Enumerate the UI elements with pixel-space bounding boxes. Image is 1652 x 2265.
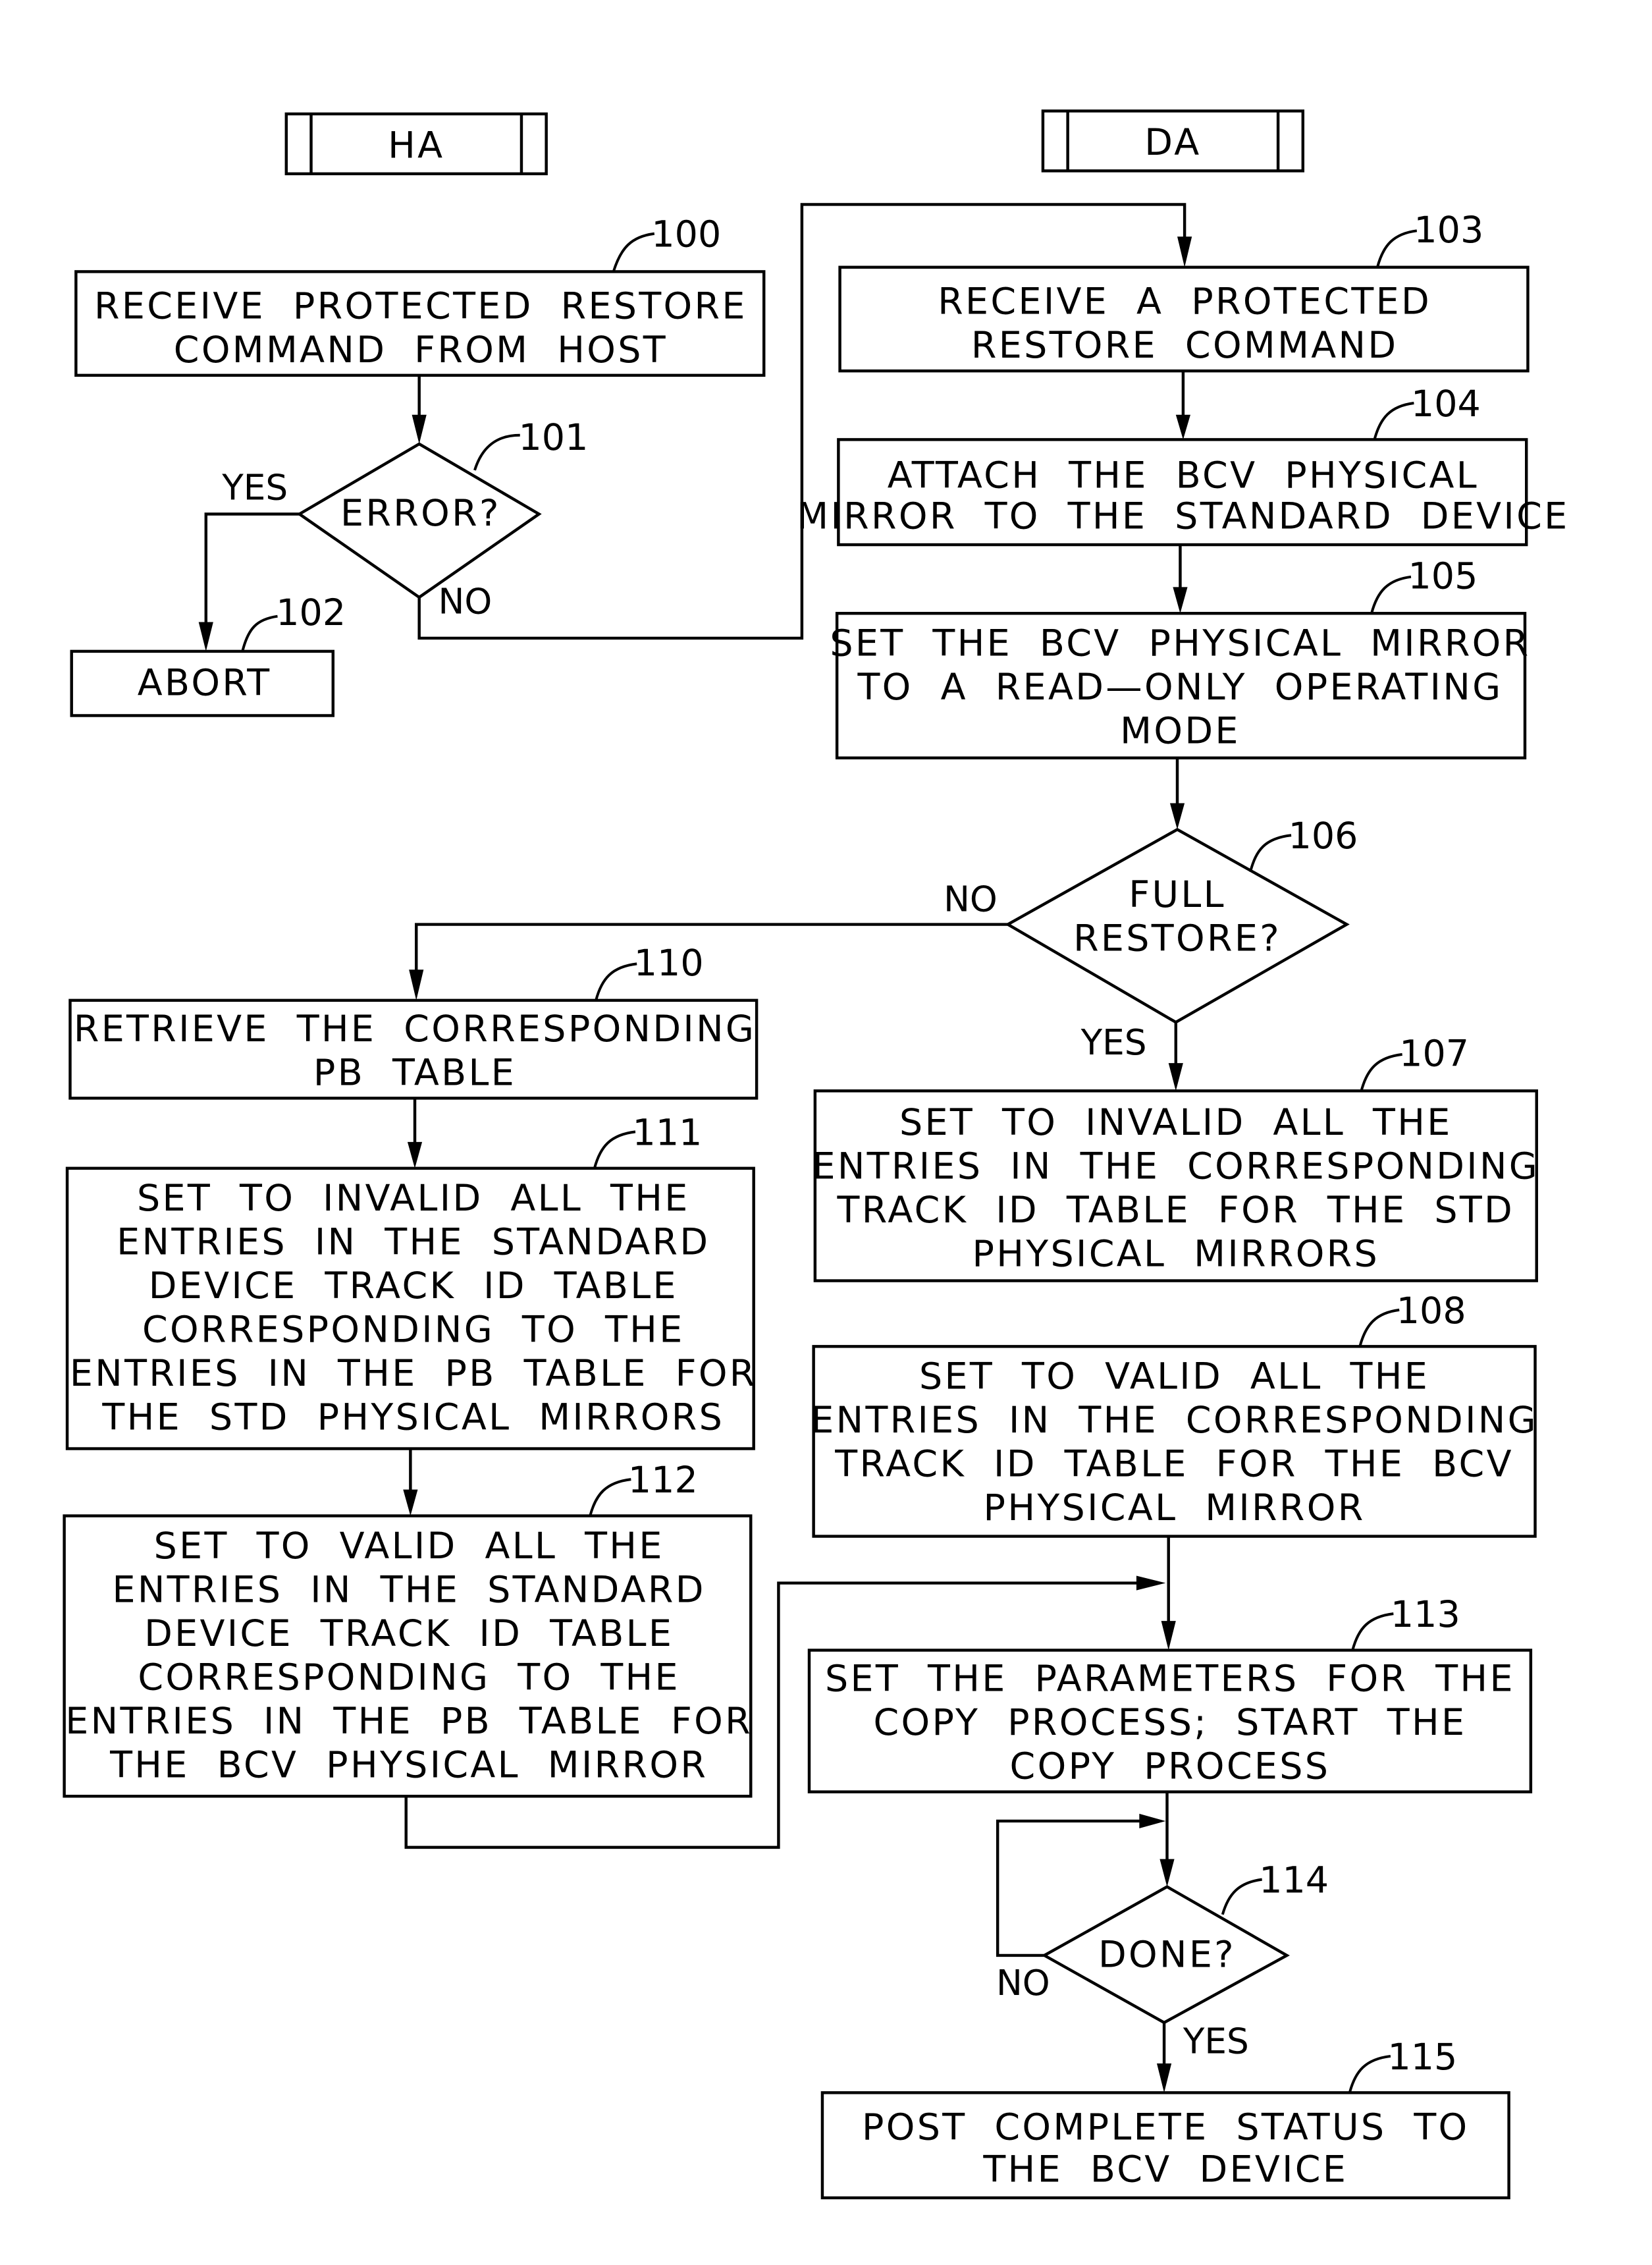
decision-101-error: ERROR? 101 YES NO [221, 417, 588, 622]
svg-text:COMMAND FROM HOST: COMMAND FROM HOST [174, 329, 668, 371]
svg-text:COPY PROCESS: COPY PROCESS [1010, 1746, 1331, 1788]
ref-104: 104 [1411, 383, 1481, 425]
svg-text:THE STD PHYSICAL MIRRORS: THE STD PHYSICAL MIRRORS [101, 1397, 724, 1439]
svg-text:MIRROR TO THE STANDARD DEV: MIRROR TO THE STANDARD DEVICE [797, 496, 1569, 538]
svg-text:MODE: MODE [1120, 711, 1240, 753]
connector-108-113 [1161, 1536, 1176, 1651]
svg-text:ENTRIES IN THE STANDARD: ENTRIES IN THE STANDARD [113, 1569, 706, 1611]
ref-102: 102 [276, 592, 346, 634]
svg-text:DEVICE TRACK ID TABLE: DEVICE TRACK ID TABLE [149, 1265, 678, 1307]
svg-text:RESTORE COMMAND: RESTORE COMMAND [971, 325, 1399, 367]
ref-110: 110 [634, 942, 704, 985]
svg-text:SET TO VALID ALL THE: SET TO VALID ALL THE [919, 1356, 1429, 1398]
ref-103: 103 [1414, 209, 1483, 252]
svg-text:THE BCV DEVICE: THE BCV DEVICE [982, 2149, 1348, 2191]
connector-106-107 [1168, 1022, 1183, 1091]
svg-text:ERROR?: ERROR? [340, 493, 501, 535]
ref-115: 115 [1387, 2036, 1457, 2079]
connector-100-101 [412, 375, 427, 445]
ref-113: 113 [1391, 1594, 1460, 1636]
ref-108: 108 [1397, 1290, 1466, 1332]
svg-text:RECEIVE A PROTECTED: RECEIVE A PROTECTED [938, 281, 1431, 323]
connector-111-112 [403, 1448, 418, 1516]
svg-text:FULL: FULL [1129, 874, 1226, 916]
step-108-validate-bcv-track-ids: SET TO VALID ALL THE ENTRIES IN THE CORR… [811, 1290, 1538, 1538]
label-yes-106: YES [1080, 1022, 1147, 1063]
label-yes-101: YES [221, 467, 288, 508]
svg-text:DEVICE TRACK ID TABLE: DEVICE TRACK ID TABLE [144, 1613, 674, 1655]
svg-text:ABORT: ABORT [138, 662, 272, 704]
step-110-retrieve-pb-table: RETRIEVE THE CORRESPONDING PB TABLE 110 [68, 942, 759, 1100]
svg-text:ATTACH THE BCV PHYSICAL: ATTACH THE BCV PHYSICAL [888, 455, 1479, 497]
svg-text:SET THE PARAMETERS FOR THE: SET THE PARAMETERS FOR THE [825, 1658, 1515, 1701]
svg-text:SET TO INVALID ALL THE: SET TO INVALID ALL THE [899, 1102, 1452, 1144]
svg-text:PB TABLE: PB TABLE [313, 1052, 516, 1094]
svg-text:POST COMPLETE STATUS TO: POST COMPLETE STATUS TO [862, 2106, 1469, 2148]
svg-text:TRACK ID TABLE FOR THE BC: TRACK ID TABLE FOR THE BCV [834, 1444, 1514, 1486]
lane-label-ha: HA [388, 124, 444, 167]
label-yes-114: YES [1183, 2021, 1249, 2062]
svg-text:ENTRIES IN THE CORRESPONDIN: ENTRIES IN THE CORRESPONDING [811, 1400, 1538, 1442]
lane-header-ha: HA [284, 112, 548, 176]
svg-text:PHYSICAL MIRROR: PHYSICAL MIRROR [984, 1487, 1366, 1529]
connector-106-110 [409, 923, 1008, 1000]
ref-100: 100 [651, 214, 721, 256]
ref-114: 114 [1259, 1860, 1329, 1902]
step-100-receive-command: RECEIVE PROTECTED RESTORE COMMAND FROM H… [74, 214, 766, 377]
lane-label-da: DA [1144, 122, 1201, 164]
ref-101: 101 [519, 417, 589, 459]
svg-text:SET TO INVALID ALL THE: SET TO INVALID ALL THE [137, 1178, 690, 1220]
lane-header-da: DA [1041, 109, 1305, 173]
decision-106-full-restore: FULL RESTORE? 106 NO YES [944, 815, 1358, 1063]
connector-110-111 [407, 1098, 423, 1168]
svg-text:ENTRIES IN THE CORRESPONDIN: ENTRIES IN THE CORRESPONDING [813, 1145, 1540, 1187]
ref-112: 112 [628, 1460, 698, 1502]
svg-text:SET TO VALID ALL THE: SET TO VALID ALL THE [154, 1525, 664, 1568]
label-no-106: NO [944, 879, 998, 920]
svg-text:THE BCV PHYSICAL MIRROR: THE BCV PHYSICAL MIRROR [109, 1744, 708, 1786]
svg-text:SET THE BCV PHYSICAL MIRRO: SET THE BCV PHYSICAL MIRROR [830, 623, 1530, 665]
flowchart: HA DA RECEIVE PROTECTED RESTORE COMMAND … [63, 109, 1569, 2200]
ref-106: 106 [1289, 815, 1358, 858]
svg-text:CORRESPONDING TO THE: CORRESPONDING TO THE [142, 1309, 685, 1351]
step-102-abort: ABORT 102 [70, 592, 346, 717]
svg-text:RECEIVE PROTECTED RESTORE: RECEIVE PROTECTED RESTORE [94, 285, 747, 327]
step-112-validate-std-entries-bcv: SET TO VALID ALL THE ENTRIES IN THE STAN… [63, 1460, 753, 1798]
svg-text:RESTORE?: RESTORE? [1073, 917, 1281, 960]
decision-114-done: DONE? 114 NO YES [996, 1860, 1329, 2062]
svg-text:ENTRIES IN THE STANDARD: ENTRIES IN THE STANDARD [117, 1222, 710, 1264]
svg-text:ENTRIES IN THE PB TABLE F: ENTRIES IN THE PB TABLE FOR [70, 1353, 757, 1395]
svg-text:TO A READ—ONLY OPERATING: TO A READ—ONLY OPERATING [857, 667, 1503, 709]
connector-105-106 [1169, 757, 1185, 830]
connector-114-115 [1156, 2022, 1172, 2093]
svg-text:CORRESPONDING TO THE: CORRESPONDING TO THE [138, 1656, 680, 1699]
svg-text:DONE?: DONE? [1098, 1934, 1236, 1977]
ref-111: 111 [633, 1112, 703, 1154]
svg-text:COPY PROCESS; START THE: COPY PROCESS; START THE [873, 1702, 1466, 1744]
svg-text:RETRIEVE THE CORRESPONDING: RETRIEVE THE CORRESPONDING [74, 1008, 756, 1051]
ref-105: 105 [1408, 556, 1478, 598]
connector-103-104 [1175, 371, 1190, 440]
svg-text:TRACK ID TABLE FOR THE ST: TRACK ID TABLE FOR THE STD [837, 1189, 1515, 1232]
label-no-101: NO [439, 581, 493, 622]
ref-107: 107 [1399, 1033, 1469, 1076]
connector-113-114 [1159, 1791, 1175, 1887]
svg-text:PHYSICAL MIRRORS: PHYSICAL MIRRORS [973, 1233, 1380, 1275]
label-no-114: NO [996, 1963, 1050, 2004]
svg-text:ENTRIES IN THE PB TABLE F: ENTRIES IN THE PB TABLE FOR [65, 1701, 753, 1743]
step-111-invalidate-std-entries: SET TO INVALID ALL THE ENTRIES IN THE ST… [65, 1112, 757, 1450]
connector-104-105 [1173, 545, 1188, 614]
